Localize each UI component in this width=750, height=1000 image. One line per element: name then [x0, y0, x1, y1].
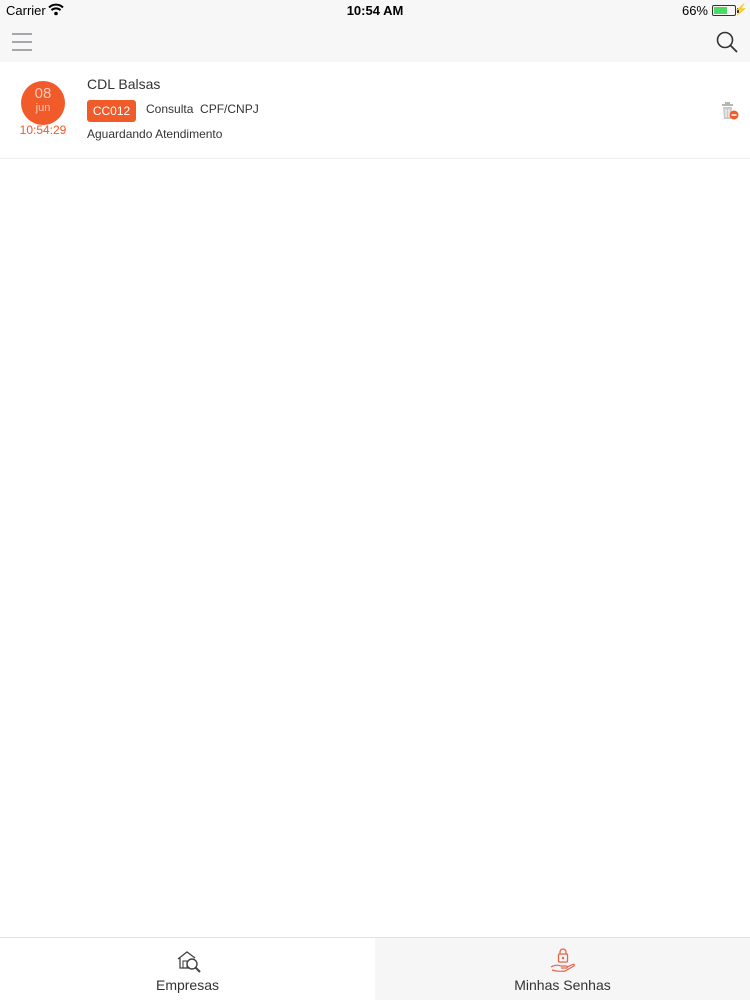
company-search-icon [177, 951, 201, 973]
ticket-time: 10:54:29 [19, 123, 67, 137]
tab-empresas-label: Empresas [155, 977, 220, 993]
tab-minhas-senhas[interactable]: Minhas Senhas [375, 938, 750, 1000]
battery-charging-icon [712, 5, 736, 16]
ticket-day: 08 [34, 85, 52, 102]
ticket-month: jun [35, 102, 51, 114]
battery-fill [714, 7, 727, 14]
hamburger-menu-icon[interactable] [10, 30, 34, 54]
date-badge: 08 jun [21, 81, 65, 125]
status-bar: Carrier 10:54 AM 66% ⚡ [0, 0, 750, 22]
charging-bolt-icon: ⚡ [734, 4, 748, 16]
tab-minhas-senhas-label: Minhas Senhas [514, 977, 611, 993]
hand-lock-icon [550, 948, 575, 972]
tab-bar: Empresas Minhas Senhas [0, 937, 750, 1000]
service-name: Consulta CPF/CNPJ [146, 102, 259, 116]
navigation-bar [0, 22, 750, 62]
trash-icon[interactable] [718, 99, 740, 121]
ticket-code-badge: CC012 [87, 100, 136, 122]
ticket-row[interactable]: 08 jun 10:54:29 CDL Balsas CC012 Consult… [0, 62, 750, 159]
ticket-status: Aguardando Atendimento [87, 127, 223, 141]
ticket-list: 08 jun 10:54:29 CDL Balsas CC012 Consult… [0, 62, 750, 159]
tab-empresas[interactable]: Empresas [0, 938, 375, 1000]
company-name: CDL Balsas [87, 76, 161, 92]
clock-time: 10:54 AM [346, 3, 404, 18]
search-icon[interactable] [714, 29, 740, 55]
battery-percent: 66% [681, 3, 708, 18]
